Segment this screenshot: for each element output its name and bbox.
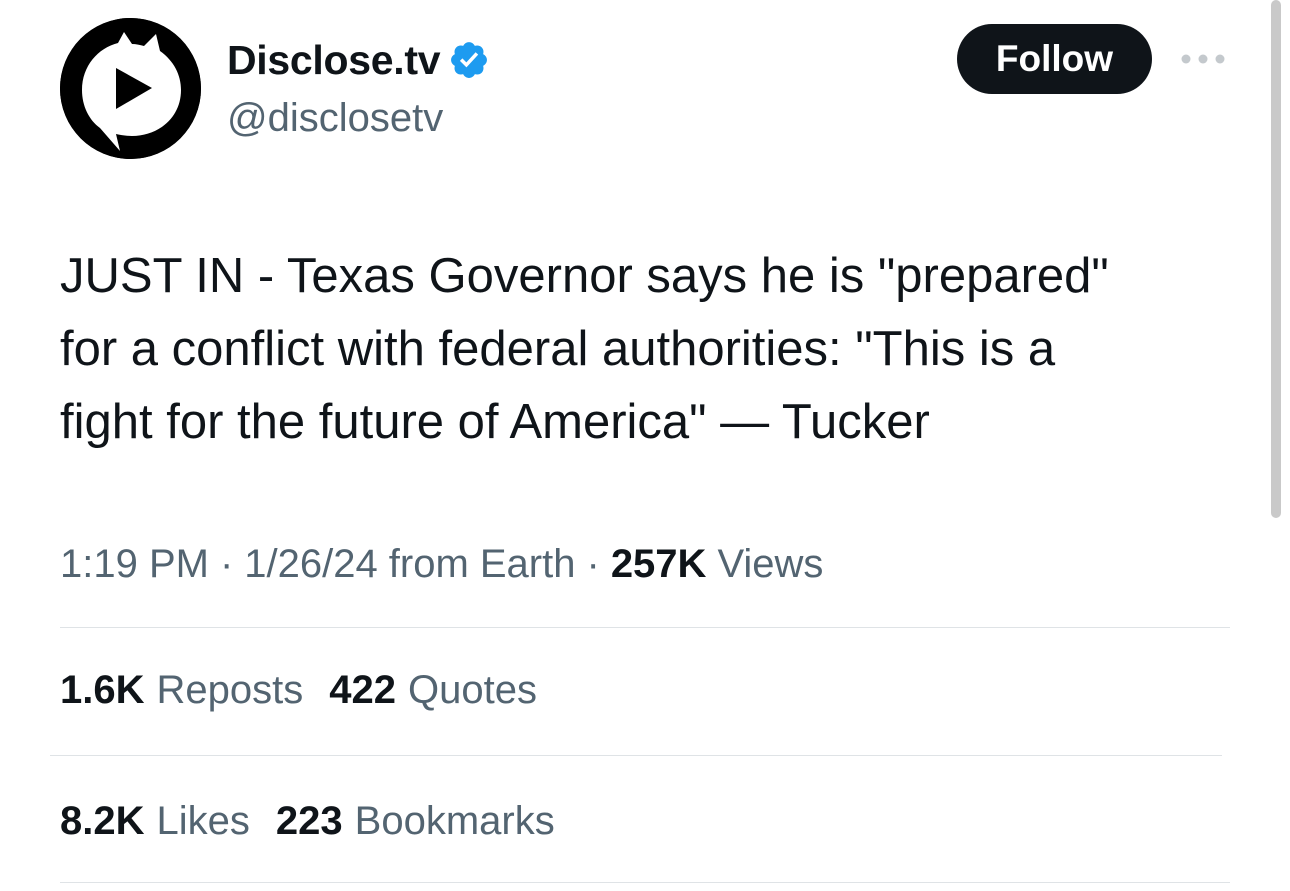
engagement-row-1: 1.6K Reposts 422 Quotes: [60, 662, 563, 718]
play-speech-bubble-logo-icon: [60, 18, 201, 159]
user-handle[interactable]: @disclosetv: [227, 96, 443, 141]
tweet-time[interactable]: 1:19 PM: [60, 542, 209, 587]
tweet-detail: Disclose.tv @disclosetv Follow JUST IN -…: [0, 0, 1290, 891]
bookmarks-label: Bookmarks: [354, 798, 555, 843]
follow-button[interactable]: Follow: [957, 24, 1152, 94]
divider: [60, 882, 1230, 883]
divider: [50, 755, 1222, 756]
tweet-text: JUST IN - Texas Governor says he is "pre…: [60, 249, 1109, 449]
tweet-source: from Earth: [388, 541, 576, 586]
reposts-stat[interactable]: 1.6K Reposts: [60, 668, 303, 713]
tweet-date[interactable]: 1/26/24: [244, 542, 377, 587]
meta-separator: ·: [219, 541, 234, 586]
likes-label: Likes: [156, 798, 250, 843]
more-horizontal-icon: [1181, 54, 1225, 64]
bookmarks-stat[interactable]: 223 Bookmarks: [276, 799, 555, 844]
more-button[interactable]: [1178, 44, 1228, 74]
scrollbar[interactable]: [1271, 0, 1281, 518]
bookmarks-count: 223: [275, 798, 343, 843]
engagement-row-2: 8.2K Likes 223 Bookmarks: [60, 793, 581, 849]
reposts-label: Reposts: [156, 667, 304, 712]
views-count: 257K: [610, 541, 707, 586]
meta-separator: ·: [586, 541, 600, 586]
likes-stat[interactable]: 8.2K Likes: [60, 799, 250, 844]
avatar[interactable]: [60, 18, 201, 159]
views-label: Views: [717, 541, 824, 586]
reposts-count: 1.6K: [60, 667, 145, 712]
divider: [60, 627, 1230, 628]
display-name[interactable]: Disclose.tv: [227, 37, 441, 84]
tweet-meta: 1:19 PM · 1/26/24 from Earth · 257K View…: [60, 537, 823, 591]
verified-badge-icon[interactable]: [448, 39, 490, 81]
likes-count: 8.2K: [60, 798, 145, 843]
quotes-count: 422: [329, 667, 396, 712]
quotes-label: Quotes: [408, 667, 537, 712]
quotes-stat[interactable]: 422 Quotes: [329, 668, 537, 713]
display-name-row[interactable]: Disclose.tv: [227, 34, 490, 86]
